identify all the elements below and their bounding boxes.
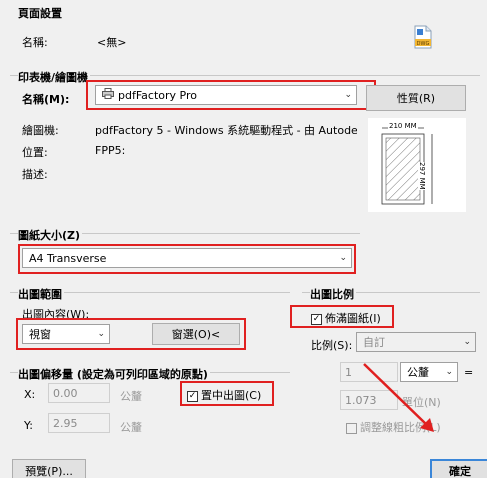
preview-button[interactable]: 預覽(P)...: [12, 459, 86, 478]
location-value: FPP5:: [95, 144, 126, 157]
printer-highlight-box: [86, 80, 376, 110]
center-plot-highlight-box: [180, 381, 274, 406]
ok-button[interactable]: 確定: [430, 459, 487, 478]
preview-width-label: 210 MM: [388, 122, 418, 130]
plotter-label: 繪圖機:: [22, 124, 59, 137]
offset-y-unit: 公釐: [120, 421, 142, 434]
printer-name-label: 名稱(M):: [22, 93, 70, 106]
scale-equals-sign: =: [464, 366, 474, 379]
annotation-arrow-icon: [360, 360, 440, 440]
printer-section-title: 印表機/繪圖機: [18, 69, 91, 85]
offset-y-label: Y:: [24, 419, 33, 432]
scale-label: 比例(S):: [311, 339, 353, 352]
plot-offset-title: 出圖偏移量 (設定為可列印區域的原點): [18, 366, 210, 382]
scale-select[interactable]: 自訂 ⌄: [356, 332, 476, 352]
offset-x-input[interactable]: 0.00: [48, 383, 110, 403]
plot-scale-title: 出圖比例: [310, 286, 356, 302]
page-setup-name-label: 名稱:: [22, 36, 48, 49]
printer-properties-button[interactable]: 性質(R): [366, 85, 466, 111]
preview-height-label: 297 MM: [418, 162, 426, 190]
chevron-down-icon: ⌄: [445, 367, 453, 377]
plot-area-highlight-box: [16, 318, 246, 350]
fit-to-paper-highlight-box: [290, 305, 394, 328]
paper-size-title: 圖紙大小(Z): [18, 227, 83, 243]
scale-value: 自訂: [363, 336, 385, 349]
svg-text:DWG: DWG: [417, 41, 430, 47]
description-label: 描述:: [22, 168, 48, 181]
page-setup-title: 頁面設置: [18, 5, 64, 21]
plot-area-title: 出圖範圍: [18, 286, 64, 302]
location-label: 位置:: [22, 146, 48, 159]
chevron-down-icon: ⌄: [463, 337, 471, 347]
paper-size-highlight-box: [18, 244, 356, 274]
offset-y-input[interactable]: 2.95: [48, 413, 110, 433]
scale-lineweights-check-icon: [346, 422, 357, 434]
plotter-value: pdfFactory 5 - Windows 系統驅動程式 - 由 Autode…: [95, 124, 357, 137]
page-setup-name-value: <無>: [97, 36, 127, 49]
paper-preview: 210 MM 297 MM: [368, 118, 466, 212]
offset-x-unit: 公釐: [120, 390, 142, 403]
offset-x-label: X:: [24, 388, 36, 401]
dwg-file-icon: DWG: [413, 25, 433, 49]
